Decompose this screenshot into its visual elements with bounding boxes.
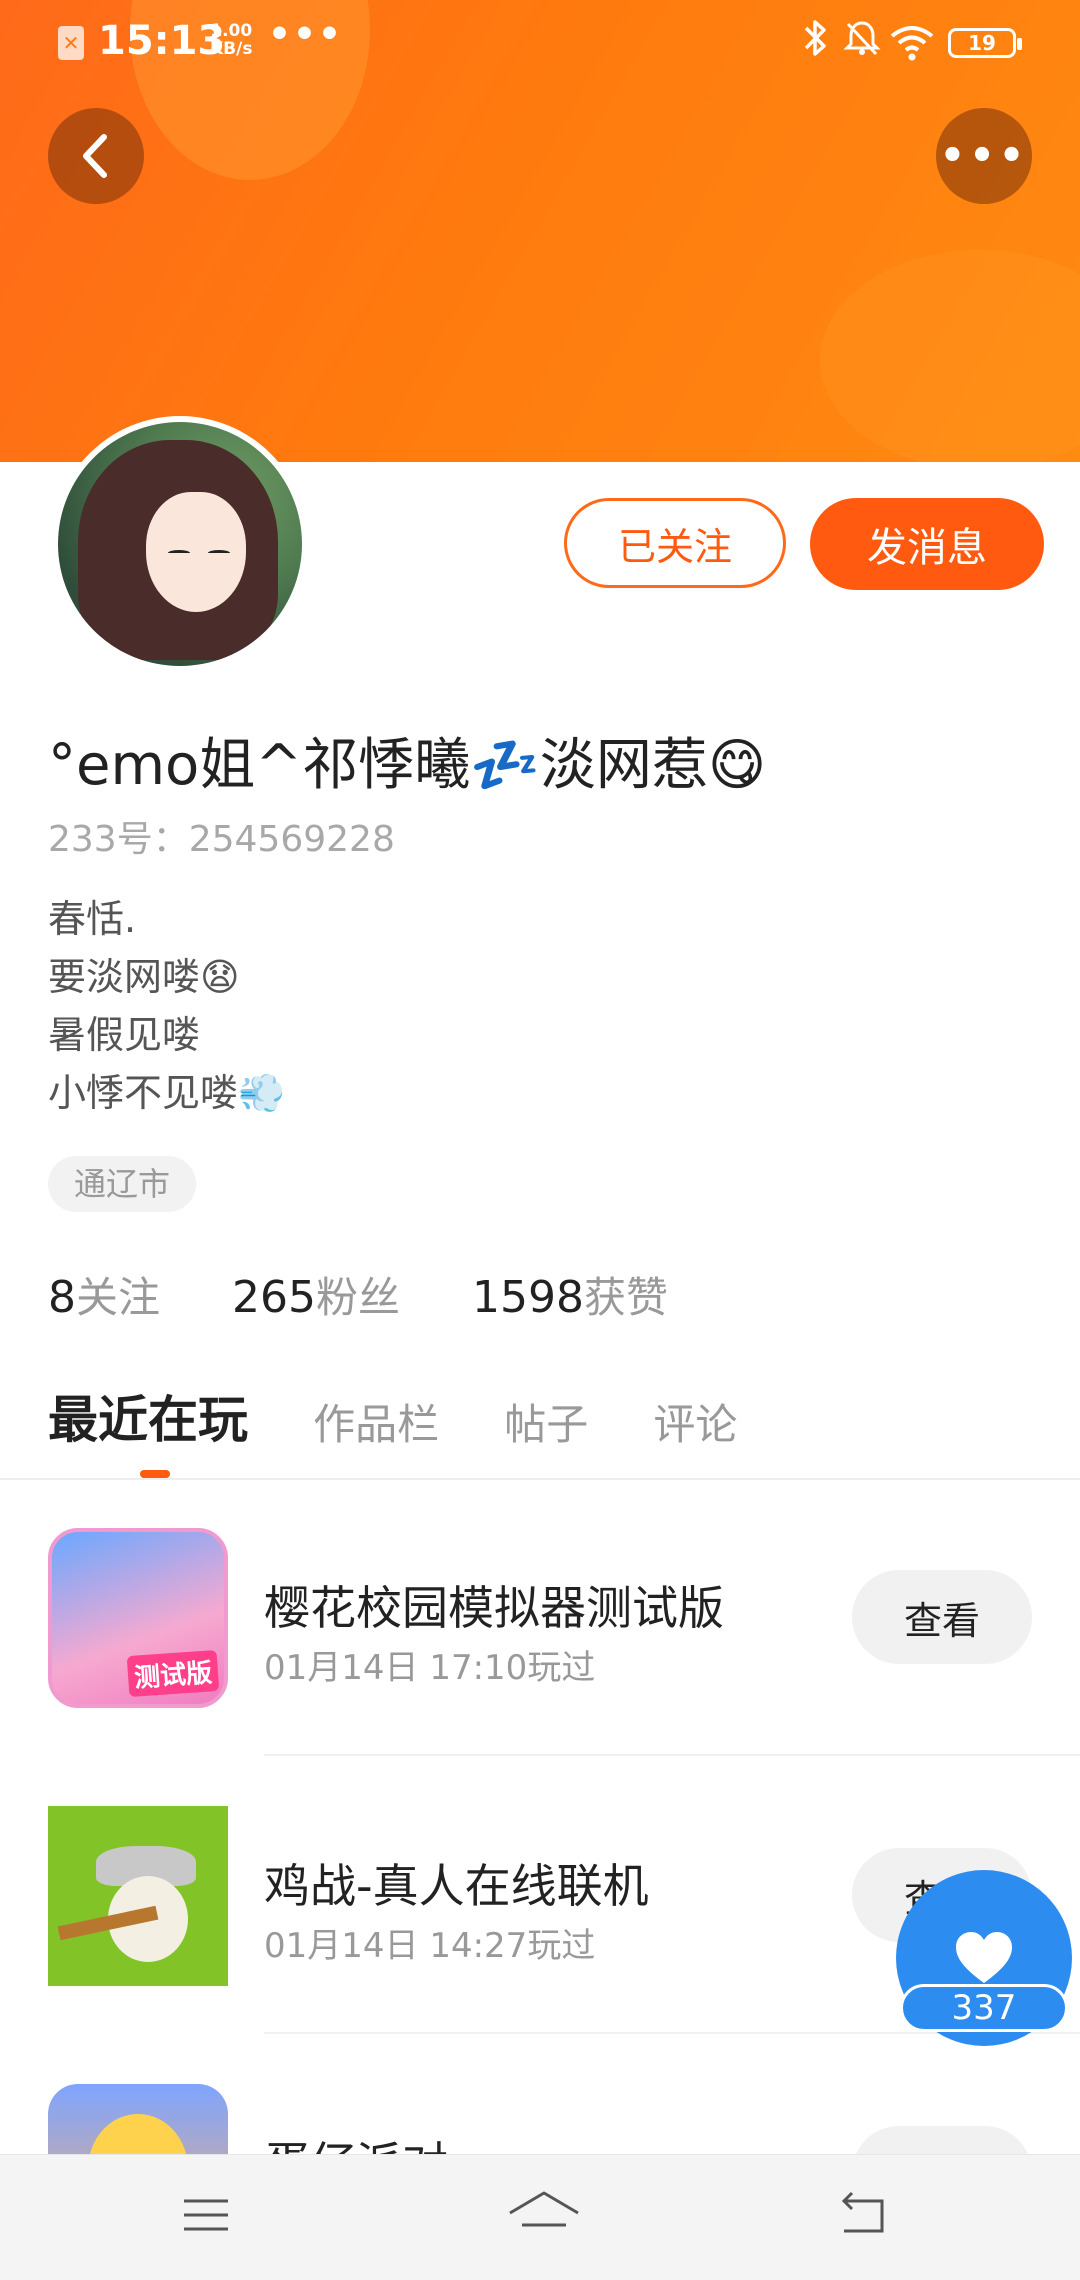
- following-stat[interactable]: 8关注: [48, 1264, 160, 1325]
- followers-stat[interactable]: 265粉丝: [232, 1264, 400, 1325]
- game-name: 樱花校园模拟器测试版: [264, 1581, 724, 1635]
- bio-line: 暑假见喽: [48, 1013, 201, 1057]
- view-button[interactable]: 查看: [852, 1570, 1032, 1664]
- back-arrow-icon: [841, 2191, 884, 2233]
- send-message-button[interactable]: 发消息: [810, 498, 1044, 590]
- divider: [0, 1478, 1080, 1480]
- icon-tag: 测试版: [126, 1649, 220, 1698]
- home-icon: [509, 2191, 579, 2227]
- tab-comments[interactable]: 评论: [653, 1391, 737, 1452]
- profile-tabs: 最近在玩 作品栏 帖子 评论: [48, 1380, 797, 1460]
- followed-button[interactable]: 已关注: [564, 498, 786, 588]
- more-options-button[interactable]: •••: [936, 108, 1032, 204]
- clock: 15:13: [98, 18, 226, 64]
- menu-nav-button[interactable]: [176, 2185, 246, 2245]
- following-label: 关注: [76, 1273, 161, 1322]
- network-speed-value: 1.00: [210, 21, 253, 41]
- bio-line: 要淡网喽😧: [48, 955, 240, 999]
- status-bar: ✕ 15:13 1.00 KB/s ••• 19: [0, 0, 1080, 86]
- home-nav-button[interactable]: [504, 2185, 579, 2245]
- tab-works[interactable]: 作品栏: [313, 1391, 439, 1452]
- menu-icon: [184, 2199, 228, 2231]
- list-item[interactable]: 测试版 樱花校园模拟器测试版 01月14日 17:10玩过 查看: [0, 1528, 1080, 1808]
- no-sim-icon: ✕: [58, 26, 84, 60]
- banner-decoration: [820, 250, 1080, 462]
- active-tab-indicator: [140, 1470, 170, 1478]
- network-speed: 1.00 KB/s: [210, 22, 252, 58]
- system-nav-bar: [0, 2154, 1080, 2280]
- wifi-icon: [890, 20, 934, 64]
- tab-posts[interactable]: 帖子: [504, 1391, 588, 1452]
- silent-bell-icon: [842, 18, 882, 67]
- network-speed-unit: KB/s: [210, 39, 253, 59]
- sakura-school-icon: 测试版: [48, 1528, 228, 1708]
- chicken-gun-icon: [48, 1806, 228, 1986]
- divider: [264, 1754, 1080, 1756]
- game-name: 鸡战-真人在线联机: [264, 1859, 649, 1913]
- avatar[interactable]: [52, 416, 308, 672]
- profile-stats: 8关注 265粉丝 1598获赞: [48, 1264, 726, 1325]
- location-tag: 通辽市: [48, 1156, 197, 1212]
- username: °emo姐^祁悸曦💤淡网惹😋: [48, 733, 767, 798]
- last-played: 01月14日 14:27玩过: [264, 1926, 596, 1966]
- bluetooth-icon: [802, 18, 830, 67]
- battery-indicator: 19: [948, 28, 1022, 58]
- last-played: 01月14日 17:10玩过: [264, 1648, 596, 1688]
- user-id: 233号：254569228: [48, 819, 395, 860]
- likes-label: 获赞: [584, 1273, 669, 1322]
- following-count: 8: [48, 1272, 76, 1323]
- likes-count: 1598: [472, 1272, 584, 1323]
- status-more-icon: •••: [268, 14, 344, 55]
- tab-recently-played[interactable]: 最近在玩: [48, 1380, 248, 1452]
- followers-count: 265: [232, 1272, 316, 1323]
- bio-line: 小悸不见喽💨: [48, 1071, 286, 1115]
- likes-stat[interactable]: 1598获赞: [472, 1264, 668, 1325]
- bio: 春恬. 要淡网喽😧 暑假见喽 小悸不见喽💨: [48, 890, 285, 1122]
- followers-label: 粉丝: [316, 1273, 401, 1322]
- back-button[interactable]: [48, 108, 144, 204]
- like-count: 337: [900, 1984, 1068, 2032]
- back-nav-button[interactable]: [834, 2185, 904, 2245]
- avatar-image: [58, 422, 302, 666]
- chevron-left-icon: [83, 134, 107, 178]
- profile-banner: ✕ 15:13 1.00 KB/s ••• 19 •••: [0, 0, 1080, 462]
- heart-icon: [956, 1932, 1012, 1983]
- bio-line: 春恬.: [48, 897, 137, 941]
